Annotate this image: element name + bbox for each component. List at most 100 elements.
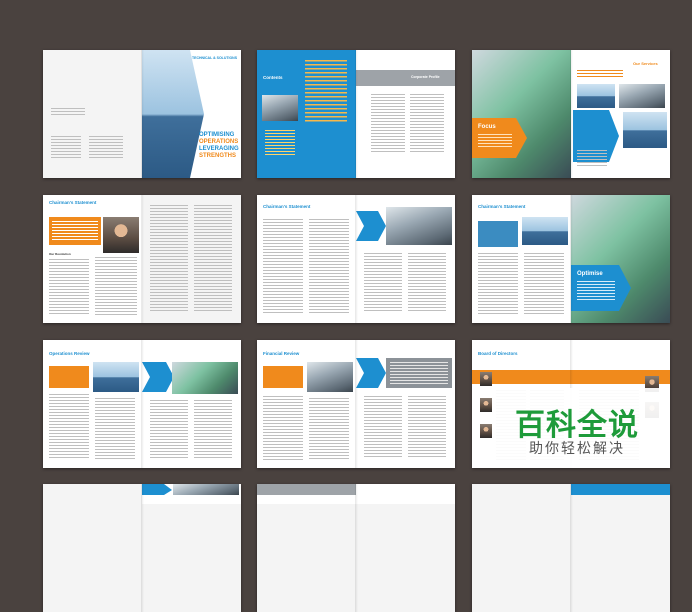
contents-intro-text <box>305 60 347 122</box>
address-block <box>51 108 85 116</box>
chairman2-text-col-4 <box>408 253 446 313</box>
financial-blue-chevron <box>356 358 386 388</box>
cover-headline-1: OPTIMISING <box>199 132 235 138</box>
chairman3-title: Chairman's Statement <box>478 204 526 209</box>
chairman2-title: Chairman's Statement <box>263 204 311 209</box>
our-revolution-heading: Our Revolution <box>49 252 71 256</box>
board-of-directors-title: Board of Directors <box>478 351 518 356</box>
brochure-spread-partial-2[interactable] <box>257 484 455 612</box>
contents-photo <box>262 95 298 121</box>
services-text <box>577 150 607 168</box>
front-cover: TECHNICAL & SOLUTIONS OPTIMISING OPERATI… <box>142 50 241 178</box>
financial-review-title: Financial Review <box>263 351 300 356</box>
brochure-spread-chairman-3[interactable]: Chairman's Statement Optimise <box>472 195 670 323</box>
financial-figures <box>390 362 448 384</box>
cover-headline-2: OPERATIONS <box>199 139 239 145</box>
services-photo-3 <box>623 112 667 148</box>
operations-photo-2 <box>172 362 238 394</box>
contents-page: Contents <box>257 50 356 178</box>
services-intro <box>577 70 623 78</box>
partial-blue-chevron <box>142 484 172 495</box>
corporate-profile-title: Corporate Profile <box>411 75 440 79</box>
corporate-profile-page: Corporate Profile <box>356 50 455 178</box>
back-cover <box>43 50 142 178</box>
operations-photo-1 <box>93 362 139 392</box>
chairman2-page-left: Chairman's Statement <box>257 195 356 323</box>
chairman3-text-col-2 <box>524 253 564 315</box>
chairman-text-col-1 <box>49 259 89 315</box>
focus-word: Focus <box>478 124 496 130</box>
partial-photo <box>173 484 239 495</box>
financial-text-col-4 <box>408 396 446 458</box>
chairman3-blue-box <box>478 221 518 247</box>
contact-block <box>89 136 123 158</box>
focus-page: Focus <box>472 50 571 178</box>
financial-text-col-1 <box>263 396 303 460</box>
operations-page-right <box>142 340 241 468</box>
contact-block <box>51 136 81 160</box>
chairman-portrait <box>103 217 139 253</box>
partial-blue-band <box>571 484 670 495</box>
services-page: Our Services <box>571 50 670 178</box>
brochure-spread-chairman-1[interactable]: Chairman's Statement Our Revolution <box>43 195 241 323</box>
chairman2-text-col-2 <box>309 219 349 315</box>
financial-page-right <box>356 340 455 468</box>
brochure-spread-operations[interactable]: Operations Review <box>43 340 241 468</box>
cover-headline-4: STRENGTHS <box>199 153 237 159</box>
operations-blue-chevron <box>142 362 174 392</box>
cover-headline-3: LEVERAGING <box>199 146 239 152</box>
grey-header-band <box>356 70 455 86</box>
services-photo-2 <box>619 84 665 108</box>
module-yard-photo <box>472 50 571 178</box>
brochure-spread-financial[interactable]: Financial Review <box>257 340 455 468</box>
cover-brand-line: TECHNICAL & SOLUTIONS <box>192 56 238 60</box>
financial-text-col-2 <box>309 398 349 460</box>
our-services-title: Our Services <box>633 61 658 66</box>
focus-text <box>478 134 512 148</box>
chairman2-blue-chevron <box>356 211 386 241</box>
brochure-spread-contents[interactable]: Contents Corporate Profile <box>257 50 455 178</box>
services-photo-1 <box>577 84 615 108</box>
chairman2-photo <box>386 207 452 245</box>
director-portrait <box>480 372 492 386</box>
chairman2-page-right <box>356 195 455 323</box>
brochure-spread-partial-1[interactable] <box>43 484 241 612</box>
financial-page-left: Financial Review <box>257 340 356 468</box>
chairman-text-col-2 <box>95 257 137 315</box>
director-portrait <box>480 398 492 412</box>
brochure-spread-focus[interactable]: Focus Our Services <box>472 50 670 178</box>
operations-orange-box <box>49 366 89 388</box>
operations-text-col-1 <box>49 394 89 460</box>
operations-page-left: Operations Review <box>43 340 142 468</box>
chairman-page-left: Chairman's Statement Our Revolution <box>43 195 142 323</box>
brochure-spread-chairman-2[interactable]: Chairman's Statement <box>257 195 455 323</box>
financial-photo-1 <box>307 362 353 392</box>
watermark-overlay: 百科全说 助你轻松解决 <box>493 388 661 468</box>
watermark-sub-text: 助你轻松解决 <box>529 440 625 456</box>
contents-list <box>265 130 295 156</box>
director-portrait <box>480 424 492 438</box>
optimise-text <box>577 281 615 301</box>
chairman3-photo-small <box>522 217 568 245</box>
partial-grey-band <box>257 484 356 495</box>
quote-text <box>52 221 98 241</box>
optimise-word: Optimise <box>577 271 603 277</box>
chairman-text-col-3 <box>150 205 188 313</box>
operations-text-col-2 <box>95 398 135 460</box>
chairman-page-right <box>142 195 241 323</box>
brochure-spread-cover[interactable]: TECHNICAL & SOLUTIONS OPTIMISING OPERATI… <box>43 50 241 178</box>
financial-text-col-3 <box>364 396 402 458</box>
chairman2-text-col-3 <box>364 253 402 313</box>
chairman3-text-col-1 <box>478 253 518 315</box>
contents-title: Contents <box>263 75 283 80</box>
chairman3-page-left: Chairman's Statement <box>472 195 571 323</box>
brochure-spread-partial-3[interactable] <box>472 484 670 612</box>
chairman-statement-title: Chairman's Statement <box>49 200 97 205</box>
profile-text-col-1 <box>371 94 405 154</box>
operations-text-col-4 <box>194 400 232 458</box>
profile-text-col-2 <box>410 94 444 154</box>
financial-orange-box <box>263 366 303 388</box>
chairman-text-col-4 <box>194 205 232 313</box>
operations-review-title: Operations Review <box>49 351 90 356</box>
chairman2-text-col-1 <box>263 219 303 315</box>
